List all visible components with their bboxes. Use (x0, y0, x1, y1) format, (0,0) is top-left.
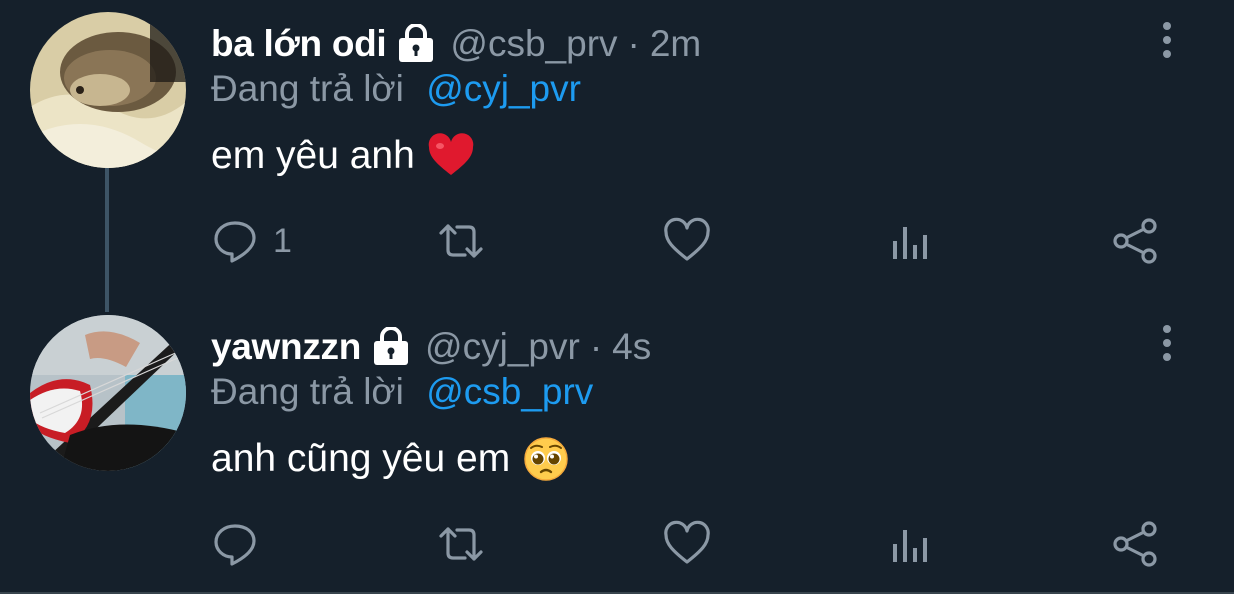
tweet-actions (211, 519, 1171, 569)
reply-count: 1 (273, 221, 292, 260)
replying-to: Đang trả lời @cyj_pvr (211, 68, 581, 110)
reply-button[interactable]: 1 (211, 216, 292, 266)
heart-icon (664, 217, 710, 261)
share-button[interactable] (1111, 216, 1161, 266)
retweet-button[interactable] (433, 519, 489, 569)
tweet-text-content: anh cũng yêu em (211, 437, 511, 480)
retweet-button[interactable] (433, 216, 489, 266)
replying-to: Đang trả lời @csb_prv (211, 371, 593, 413)
share-icon (1113, 218, 1157, 264)
analytics-button[interactable] (889, 519, 933, 569)
tweet-actions: 1 (211, 216, 1171, 266)
avatar[interactable] (30, 12, 186, 168)
separator: · (589, 326, 603, 367)
timestamp[interactable]: 2m (650, 23, 701, 65)
tweet-text: anh cũng yêu em (211, 435, 570, 483)
red-heart-icon (427, 132, 475, 180)
analytics-icon (893, 227, 927, 259)
tweet-header: yawnzzn @cyj_pvr · 4s (211, 323, 651, 371)
replying-to-label: Đang trả lời (211, 68, 404, 109)
tweet-text-content: em yêu anh (211, 134, 415, 177)
separator: · (627, 23, 640, 64)
conversation-thread: ba lớn odi @csb_prv · 2m Đang trả lời @c… (0, 0, 1234, 594)
handle[interactable]: @csb_prv (450, 23, 617, 65)
mention-link[interactable]: @cyj_pvr (426, 68, 581, 109)
analytics-button[interactable] (889, 216, 933, 266)
timestamp[interactable]: 4s (612, 326, 651, 368)
tweet-text: em yêu anh (211, 132, 475, 180)
retweet-icon (439, 527, 483, 561)
share-icon (1113, 521, 1157, 567)
pleading-face-icon (522, 435, 570, 483)
replying-to-label: Đang trả lời (211, 371, 404, 412)
display-name[interactable]: ba lớn odi (211, 23, 387, 65)
more-options-icon[interactable] (1152, 323, 1182, 363)
display-name[interactable]: yawnzzn (211, 326, 361, 368)
lock-icon (396, 23, 436, 64)
reply-icon (214, 524, 256, 566)
avatar[interactable] (30, 315, 186, 471)
handle[interactable]: @cyj_pvr (425, 326, 580, 368)
tweet-1[interactable]: ba lớn odi @csb_prv · 2m Đang trả lời @c… (0, 0, 1234, 300)
heart-icon (664, 520, 710, 564)
mention-link[interactable]: @csb_prv (426, 371, 593, 412)
like-button[interactable] (662, 216, 712, 266)
tweet-2[interactable]: yawnzzn @cyj_pvr · 4s Đang trả lời @csb_… (0, 303, 1234, 594)
like-button[interactable] (662, 519, 712, 569)
analytics-icon (893, 530, 927, 562)
share-button[interactable] (1111, 519, 1161, 569)
tweet-header: ba lớn odi @csb_prv · 2m (211, 20, 701, 68)
reply-icon (214, 221, 256, 263)
retweet-icon (439, 224, 483, 258)
reply-button[interactable] (211, 519, 273, 569)
more-options-icon[interactable] (1152, 20, 1182, 60)
lock-icon (371, 326, 411, 367)
